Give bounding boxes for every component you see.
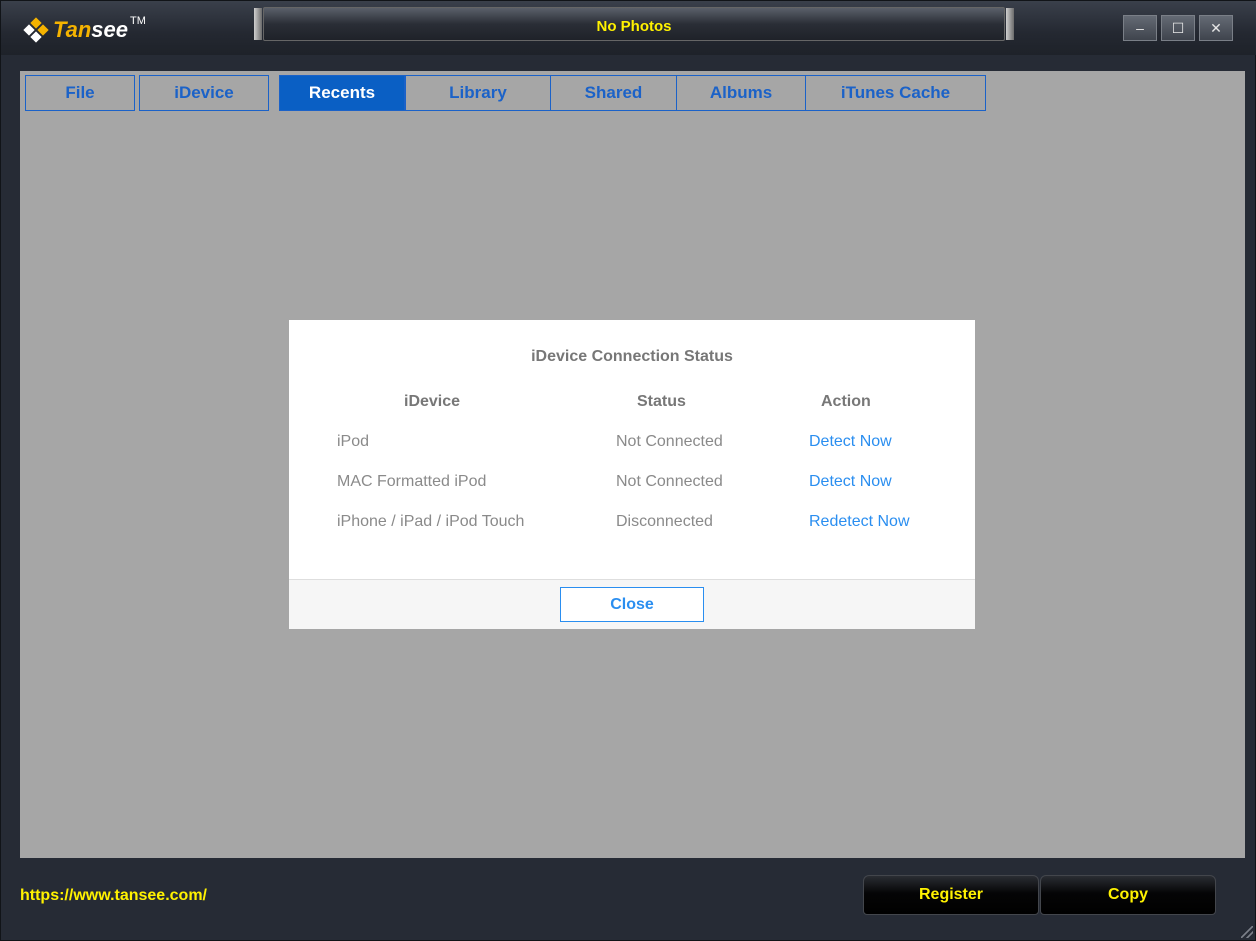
app-window: Tansee TM No Photos – ☐ ✕ File iDevice R… xyxy=(0,0,1256,941)
device-name: iPhone / iPad / iPod Touch xyxy=(337,513,525,530)
detect-now-link[interactable]: Detect Now xyxy=(809,473,892,491)
window-title-plate: No Photos xyxy=(254,7,1014,41)
logo-trademark: TM xyxy=(130,15,146,27)
tab-file[interactable]: File xyxy=(25,75,135,111)
device-name: MAC Formatted iPod xyxy=(337,473,487,490)
column-header-idevice: iDevice xyxy=(404,393,461,410)
register-button[interactable]: Register xyxy=(863,875,1039,915)
close-dialog-button[interactable]: Close xyxy=(560,587,704,622)
minimize-icon: – xyxy=(1136,20,1144,36)
tab-library[interactable]: Library xyxy=(405,75,551,111)
tab-albums[interactable]: Albums xyxy=(676,75,806,111)
dialog-footer: Close xyxy=(289,579,975,629)
window-controls: – ☐ ✕ xyxy=(1123,15,1233,41)
resize-grip-icon[interactable] xyxy=(1241,926,1253,938)
close-window-button[interactable]: ✕ xyxy=(1199,15,1233,41)
window-title: No Photos xyxy=(596,18,672,35)
logo-wordmark: Tansee xyxy=(53,17,129,42)
website-link[interactable]: https://www.tansee.com/ xyxy=(20,887,207,905)
app-logo: Tansee TM xyxy=(23,15,146,45)
maximize-icon: ☐ xyxy=(1171,19,1185,36)
device-name: iPod xyxy=(337,433,370,450)
detect-now-link[interactable]: Detect Now xyxy=(809,433,892,451)
tab-shared[interactable]: Shared xyxy=(550,75,677,111)
dialog-title: iDevice Connection Status xyxy=(531,348,733,365)
title-plate-left-cap xyxy=(254,8,262,40)
column-header-action: Action xyxy=(821,393,871,410)
column-header-status: Status xyxy=(637,393,686,410)
title-bar[interactable]: Tansee TM No Photos – ☐ ✕ xyxy=(1,1,1256,55)
redetect-now-link[interactable]: Redetect Now xyxy=(809,513,910,531)
device-status: Not Connected xyxy=(616,473,723,490)
tab-recents[interactable]: Recents xyxy=(279,75,405,111)
tansee-logo-icon xyxy=(23,17,49,43)
tab-itunes-cache[interactable]: iTunes Cache xyxy=(805,75,986,111)
device-status: Not Connected xyxy=(616,433,723,450)
title-plate-right-cap xyxy=(1006,8,1014,40)
device-status: Disconnected xyxy=(616,513,713,530)
connection-status-dialog: iDevice Connection Status iDevice Status… xyxy=(289,320,975,629)
minimize-button[interactable]: – xyxy=(1123,15,1157,41)
close-icon: ✕ xyxy=(1210,19,1222,36)
tab-idevice[interactable]: iDevice xyxy=(139,75,269,111)
maximize-button[interactable]: ☐ xyxy=(1161,15,1195,41)
copy-button[interactable]: Copy xyxy=(1040,875,1216,915)
